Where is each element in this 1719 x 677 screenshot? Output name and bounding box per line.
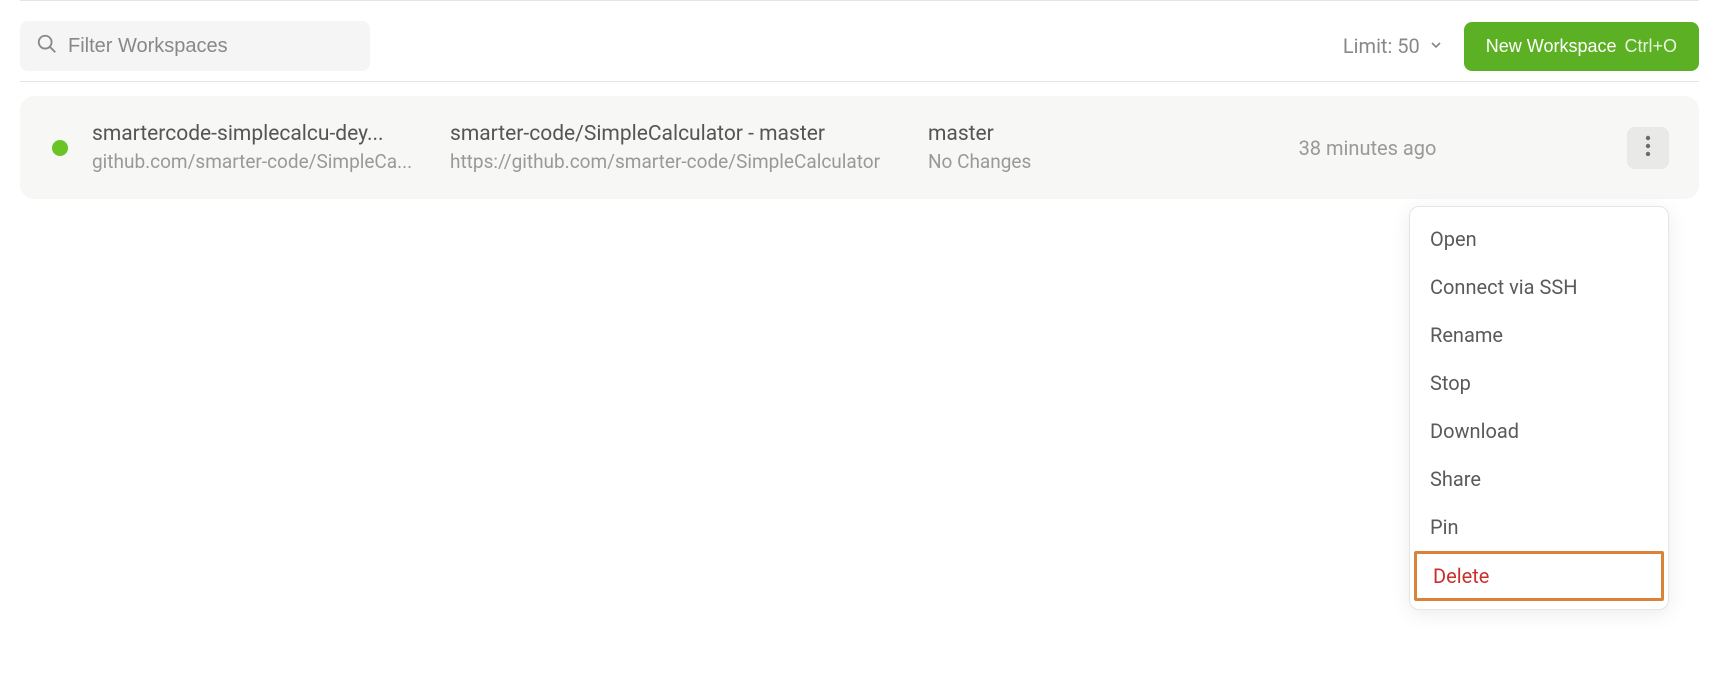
workspace-more-button[interactable] <box>1627 127 1669 169</box>
chevron-down-icon <box>1420 34 1444 58</box>
menu-item-pin[interactable]: Pin <box>1410 503 1668 551</box>
workspace-repo-url: https://github.com/smarter-code/SimpleCa… <box>450 150 910 173</box>
workspace-row[interactable]: smartercode-simplecalcu-dey... github.co… <box>20 96 1699 199</box>
menu-item-connect-via-ssh[interactable]: Connect via SSH <box>1410 263 1668 311</box>
new-workspace-label: New Workspace <box>1486 36 1617 57</box>
new-workspace-button[interactable]: New Workspace Ctrl+O <box>1464 22 1699 71</box>
menu-item-download[interactable]: Download <box>1410 407 1668 455</box>
new-workspace-shortcut: Ctrl+O <box>1624 36 1677 57</box>
menu-item-share[interactable]: Share <box>1410 455 1668 503</box>
status-indicator-running <box>52 140 68 156</box>
workspace-branch: master <box>928 122 1138 146</box>
menu-item-rename[interactable]: Rename <box>1410 311 1668 359</box>
workspace-changes: No Changes <box>928 150 1138 173</box>
filter-workspaces-field[interactable] <box>20 21 370 71</box>
filter-workspaces-input[interactable] <box>68 35 354 58</box>
workspace-name: smartercode-simplecalcu-dey... <box>92 122 432 146</box>
workspace-last-active: 38 minutes ago <box>1299 136 1437 160</box>
menu-item-stop[interactable]: Stop <box>1410 359 1668 407</box>
workspace-repo: smarter-code/SimpleCalculator - master <box>450 122 910 146</box>
search-icon <box>36 33 58 59</box>
workspace-context-menu: OpenConnect via SSHRenameStopDownloadSha… <box>1409 206 1669 610</box>
menu-item-open[interactable]: Open <box>1410 215 1668 263</box>
limit-label: Limit: 50 <box>1343 34 1420 58</box>
workspace-toolbar: Limit: 50 New Workspace Ctrl+O <box>20 11 1699 82</box>
more-vertical-icon <box>1645 135 1651 160</box>
menu-item-delete[interactable]: Delete <box>1414 551 1664 601</box>
workspace-context-url: github.com/smarter-code/SimpleCa... <box>92 150 432 173</box>
limit-dropdown[interactable]: Limit: 50 <box>1343 34 1444 58</box>
